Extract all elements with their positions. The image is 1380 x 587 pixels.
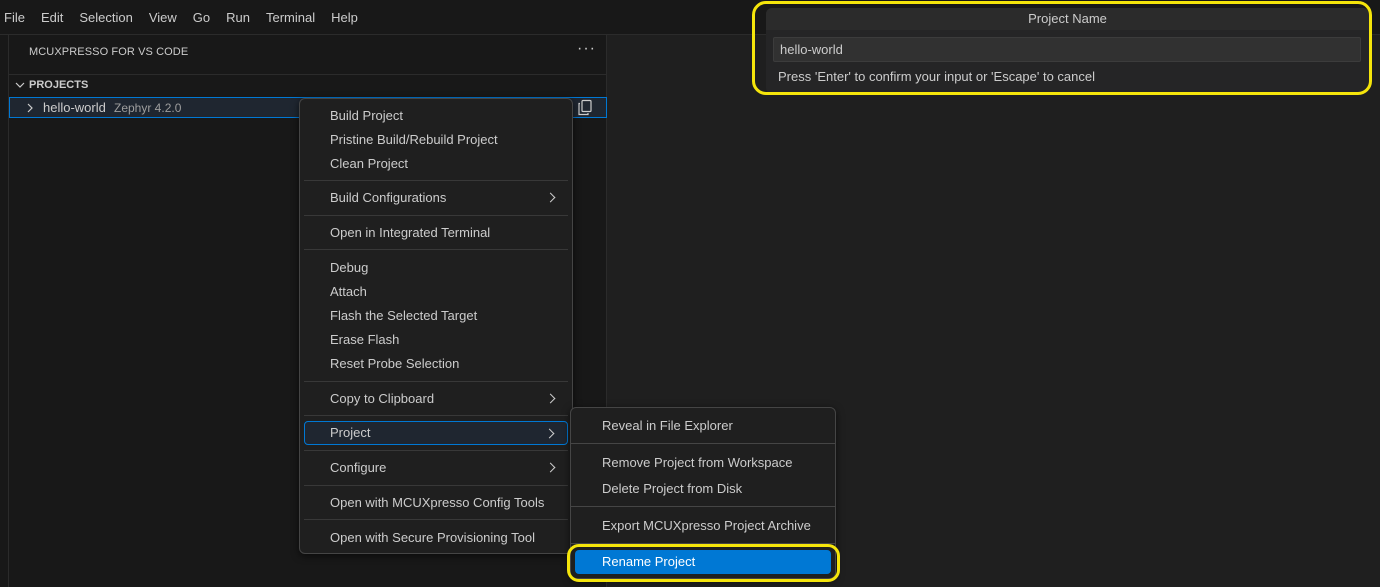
menu-item-open-secure-provisioning[interactable]: Open with Secure Provisioning Tool: [304, 526, 568, 550]
menu-help[interactable]: Help: [331, 0, 366, 35]
menu-item-remove-project[interactable]: Remove Project from Workspace: [575, 451, 831, 475]
menu-separator: [304, 249, 568, 250]
menu-terminal[interactable]: Terminal: [266, 0, 323, 35]
menu-item-export-archive[interactable]: Export MCUXpresso Project Archive: [575, 514, 831, 538]
copy-icon[interactable]: [577, 99, 593, 116]
quick-input-highlight-annotation: [752, 1, 1372, 95]
menu-separator: [304, 215, 568, 216]
menu-item-open-terminal[interactable]: Open in Integrated Terminal: [304, 221, 568, 245]
activity-bar: [0, 35, 9, 587]
menu-item-project[interactable]: Project: [304, 421, 568, 445]
project-name: hello-world: [43, 100, 106, 115]
menu-item-reveal-explorer[interactable]: Reveal in File Explorer: [575, 414, 831, 438]
chevron-down-icon: [15, 82, 25, 88]
menu-go[interactable]: Go: [193, 0, 218, 35]
more-actions-icon[interactable]: ···: [577, 40, 596, 58]
menu-separator: [571, 443, 835, 444]
menu-separator: [304, 519, 568, 520]
menu-selection[interactable]: Selection: [79, 0, 140, 35]
chevron-right-icon[interactable]: [24, 101, 36, 115]
menu-item-configure[interactable]: Configure: [304, 456, 568, 480]
menu-item-flash-target[interactable]: Flash the Selected Target: [304, 304, 568, 328]
menu-item-build-project[interactable]: Build Project: [304, 104, 568, 128]
context-menu: Build Project Pristine Build/Rebuild Pro…: [299, 98, 573, 554]
menu-separator: [304, 415, 568, 416]
sidebar-title: MCUXPRESSO FOR VS CODE: [29, 46, 189, 58]
project-version: Zephyr 4.2.0: [114, 101, 182, 115]
menu-separator: [304, 485, 568, 486]
menu-run[interactable]: Run: [226, 0, 258, 35]
menu-item-clean-project[interactable]: Clean Project: [304, 152, 568, 176]
menu-item-attach[interactable]: Attach: [304, 280, 568, 304]
menu-item-build-configurations[interactable]: Build Configurations: [304, 186, 568, 210]
menu-item-reset-probe[interactable]: Reset Probe Selection: [304, 352, 568, 376]
menu-separator: [304, 180, 568, 181]
rename-highlight-annotation: [567, 544, 840, 582]
menu-item-delete-project[interactable]: Delete Project from Disk: [575, 477, 831, 501]
projects-section-header[interactable]: PROJECTS: [14, 79, 88, 91]
menu-item-copy-clipboard[interactable]: Copy to Clipboard: [304, 387, 568, 411]
menu-item-erase-flash[interactable]: Erase Flash: [304, 328, 568, 352]
section-divider: [9, 74, 607, 75]
section-label: PROJECTS: [29, 79, 89, 91]
menu-file[interactable]: File: [4, 0, 33, 35]
menu-edit[interactable]: Edit: [41, 0, 71, 35]
menu-separator: [304, 381, 568, 382]
menu-item-debug[interactable]: Debug: [304, 256, 568, 280]
menu-view[interactable]: View: [149, 0, 185, 35]
menu-separator: [304, 450, 568, 451]
menu-item-pristine-build[interactable]: Pristine Build/Rebuild Project: [304, 128, 568, 152]
menu-separator: [571, 506, 835, 507]
menu-item-open-config-tools[interactable]: Open with MCUXpresso Config Tools: [304, 491, 568, 515]
